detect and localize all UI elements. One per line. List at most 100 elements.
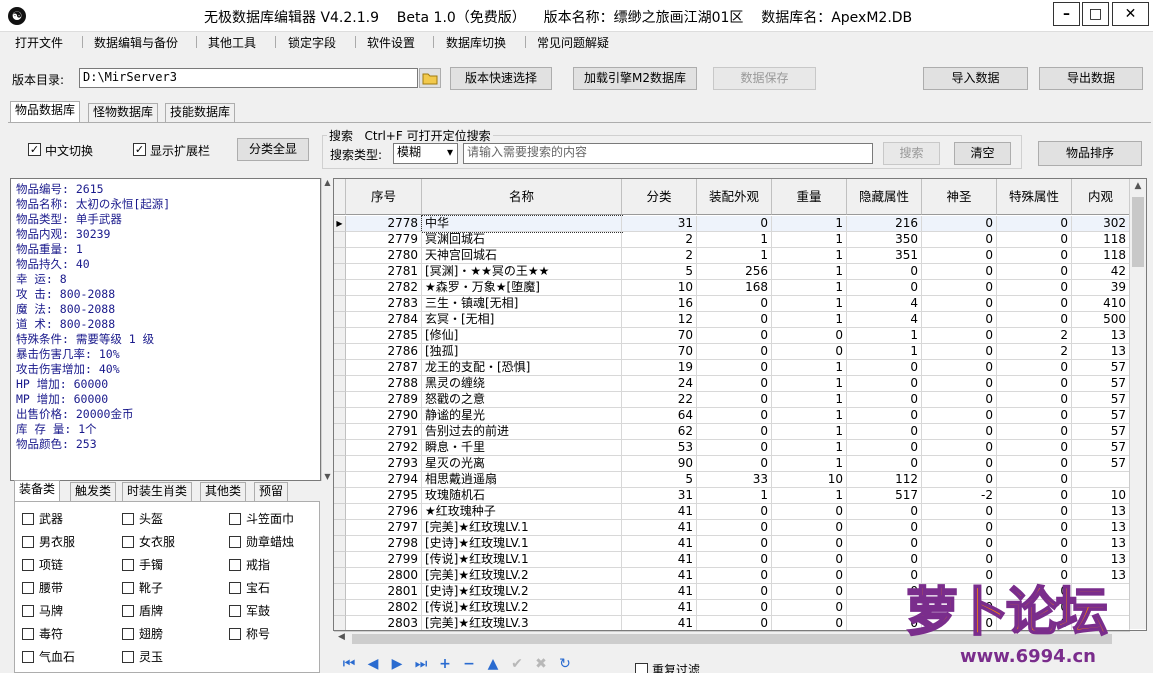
grid-cell[interactable]: 2782 <box>346 280 422 296</box>
grid-cell[interactable]: 0 <box>697 440 772 456</box>
search-button[interactable]: 搜索 <box>883 142 940 165</box>
grid-cell[interactable]: 玫瑰随机石 <box>422 488 622 504</box>
grid-cell[interactable]: 0 <box>772 616 847 630</box>
add-record-icon[interactable]: + <box>436 655 454 673</box>
grid-cell[interactable]: 41 <box>622 616 697 630</box>
refresh-icon[interactable]: ↻ <box>556 655 574 673</box>
grid-cell[interactable]: 2 <box>622 248 697 264</box>
scroll-up-icon[interactable]: ▲ <box>1130 179 1146 191</box>
grid-cell[interactable]: 0 <box>772 504 847 520</box>
grid-cell[interactable]: 1 <box>772 488 847 504</box>
grid-cell[interactable]: 19 <box>622 360 697 376</box>
grid-cell[interactable]: 2779 <box>346 232 422 248</box>
dir-input[interactable]: D:\MirServer3 <box>79 68 418 88</box>
checkbox-box[interactable] <box>22 582 34 594</box>
grid-cell[interactable]: 0 <box>772 600 847 616</box>
row-indicator[interactable] <box>334 376 346 392</box>
grid-cell[interactable]: 0 <box>922 472 997 488</box>
tab-monsters[interactable]: 怪物数据库 <box>88 103 159 122</box>
row-indicator[interactable] <box>334 360 346 376</box>
grid-cell[interactable]: 168 <box>697 280 772 296</box>
grid-cell[interactable]: 0 <box>997 536 1072 552</box>
grid-cell[interactable]: 1 <box>772 312 847 328</box>
cat-tab-reserved[interactable]: 预留 <box>254 482 289 501</box>
grid-cell[interactable]: 0 <box>922 440 997 456</box>
grid-cell[interactable]: 0 <box>772 568 847 584</box>
grid-cell[interactable]: 0 <box>847 520 922 536</box>
grid-cell[interactable]: 57 <box>1072 360 1130 376</box>
category-checkbox[interactable]: 气血石 <box>22 648 75 665</box>
info-scrollbar[interactable]: ▲ ▼ <box>321 178 333 481</box>
cat-tab-equipment[interactable]: 装备类 <box>14 480 61 501</box>
row-indicator[interactable] <box>334 472 346 488</box>
grid-cell[interactable]: 57 <box>1072 392 1130 408</box>
grid-cell[interactable]: 0 <box>922 328 997 344</box>
menu-db-switch[interactable]: 数据库切换 <box>446 34 506 51</box>
grid-cell[interactable]: 静谧的星光 <box>422 408 622 424</box>
grid-cell[interactable]: 0 <box>997 440 1072 456</box>
scroll-down-icon[interactable]: ▼ <box>322 472 333 481</box>
grid-cell[interactable]: 2792 <box>346 440 422 456</box>
grid-cell[interactable]: 0 <box>847 536 922 552</box>
grid-cell[interactable]: 57 <box>1072 424 1130 440</box>
grid-cell[interactable]: 2801 <box>346 584 422 600</box>
cat-tab-fashion[interactable]: 时装生肖类 <box>122 482 193 501</box>
grid-cell[interactable]: 1 <box>772 424 847 440</box>
grid-cell[interactable]: 0 <box>772 344 847 360</box>
column-header[interactable]: 序号 <box>346 179 422 215</box>
current-row-indicator[interactable]: ▶ <box>334 216 346 232</box>
grid-cell[interactable]: 0 <box>847 552 922 568</box>
grid-cell[interactable]: 0 <box>697 424 772 440</box>
row-indicator[interactable] <box>334 568 346 584</box>
grid-cell[interactable]: 0 <box>997 248 1072 264</box>
grid-cell[interactable]: 告别过去的前进 <box>422 424 622 440</box>
row-indicator[interactable] <box>334 424 346 440</box>
grid-cell[interactable]: 0 <box>922 536 997 552</box>
grid-cell[interactable]: [传说]★红玫瑰LV.1 <box>422 552 622 568</box>
grid-cell[interactable]: 0 <box>922 216 997 232</box>
grid-cell[interactable]: 1 <box>772 440 847 456</box>
grid-cell[interactable]: 0 <box>922 296 997 312</box>
grid-cell[interactable]: 0 <box>847 408 922 424</box>
grid-cell[interactable]: 0 <box>772 328 847 344</box>
category-checkbox[interactable]: 宝石 <box>229 579 270 596</box>
grid-cell[interactable]: 0 <box>997 408 1072 424</box>
grid-cell[interactable]: 64 <box>622 408 697 424</box>
grid-cell[interactable]: 0 <box>922 376 997 392</box>
grid-cell[interactable]: 0 <box>847 264 922 280</box>
grid-cell[interactable]: 1 <box>772 216 847 232</box>
grid-cell[interactable]: 0 <box>697 296 772 312</box>
grid-cell[interactable]: 0 <box>847 280 922 296</box>
grid-cell[interactable]: 39 <box>1072 280 1130 296</box>
grid-cell[interactable]: 42 <box>1072 264 1130 280</box>
clear-button[interactable]: 清空 <box>954 142 1011 165</box>
grid-cell[interactable]: 0 <box>997 520 1072 536</box>
grid-cell[interactable]: 112 <box>847 472 922 488</box>
grid-cell[interactable]: 2 <box>622 232 697 248</box>
grid-cell[interactable]: 2800 <box>346 568 422 584</box>
row-indicator[interactable] <box>334 264 346 280</box>
grid-cell[interactable]: 0 <box>697 344 772 360</box>
grid-cell[interactable]: 70 <box>622 344 697 360</box>
category-checkbox[interactable]: 勋章蜡烛 <box>229 533 294 550</box>
load-engine-button[interactable]: 加载引擎M2数据库 <box>573 67 697 90</box>
grid-cell[interactable]: ★森罗・万象★[堕魔] <box>422 280 622 296</box>
checkbox-box[interactable] <box>22 559 34 571</box>
category-checkbox[interactable]: 毒符 <box>22 625 63 642</box>
app-icon[interactable]: ☯ <box>8 7 26 25</box>
dedupe-filter-checkbox[interactable] <box>635 663 648 673</box>
grid-cell[interactable]: 瞬息・千里 <box>422 440 622 456</box>
grid-cell[interactable]: 0 <box>997 296 1072 312</box>
grid-cell[interactable]: 0 <box>922 504 997 520</box>
grid-cell[interactable]: 三生・镇魂[无相] <box>422 296 622 312</box>
grid-cell[interactable]: 0 <box>922 424 997 440</box>
menu-other-tools[interactable]: 其他工具 <box>208 34 256 51</box>
grid-cell[interactable]: 118 <box>1072 248 1130 264</box>
grid-cell[interactable]: 2802 <box>346 600 422 616</box>
grid-cell[interactable]: 1 <box>772 232 847 248</box>
export-data-button[interactable]: 导出数据 <box>1039 67 1143 90</box>
grid-cell[interactable]: 0 <box>922 456 997 472</box>
row-indicator[interactable] <box>334 456 346 472</box>
grid-cell[interactable]: 350 <box>847 232 922 248</box>
grid-cell[interactable]: 57 <box>1072 440 1130 456</box>
